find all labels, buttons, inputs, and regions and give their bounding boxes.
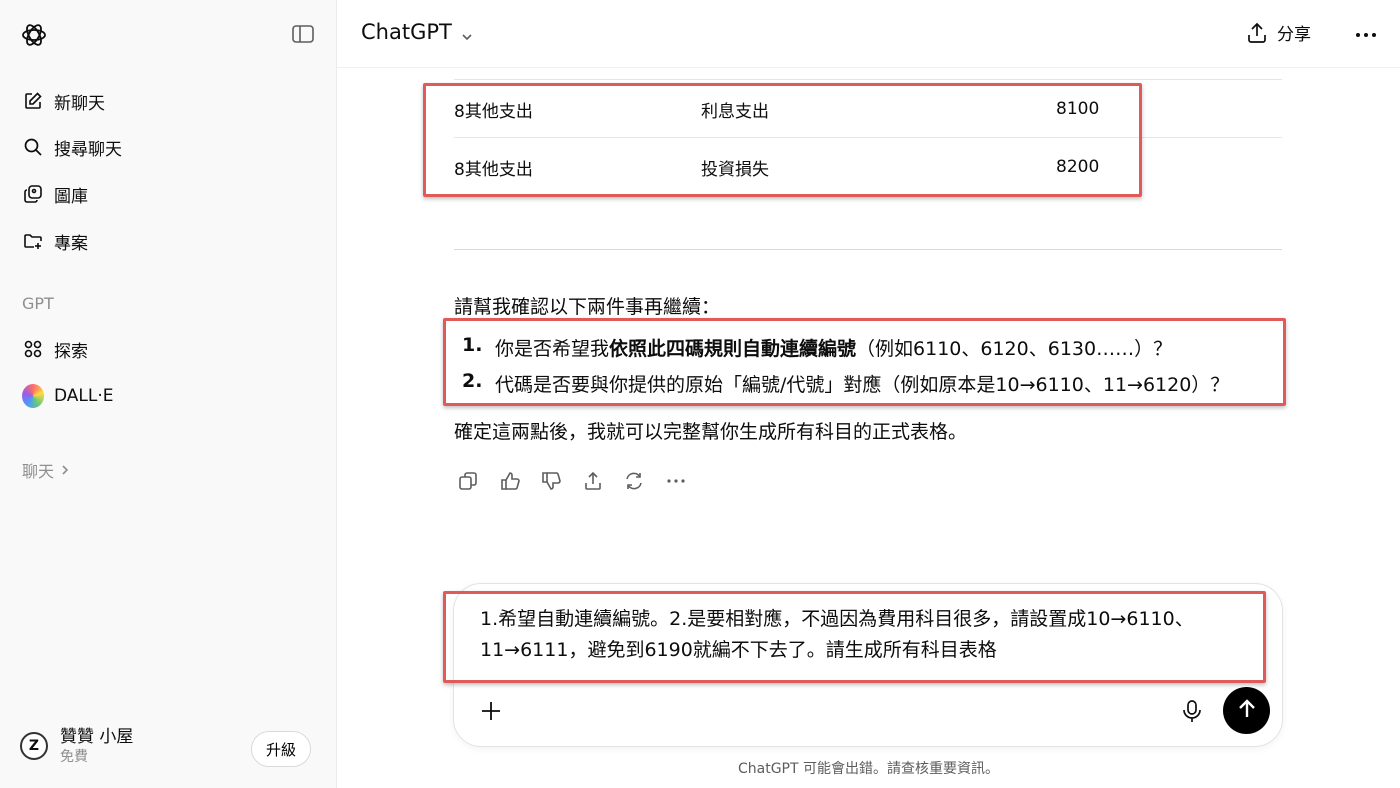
sidebar-item-explore[interactable]: 探索 [12, 330, 324, 368]
gpt-section-heading: GPT [22, 294, 54, 313]
message-action-bar [454, 467, 703, 495]
sidebar: 新聊天 搜尋聊天 圖庫 專案 GPT 探索 DALL·E 聊天 Z 贊贊 小屋 … [0, 0, 337, 788]
chats-section-heading[interactable]: 聊天 [22, 458, 70, 482]
prompt-line: 1.希望自動連續編號。2.是要相對應，不過因為費用科目很多，請設置成10→611… [480, 608, 1194, 630]
message-divider [454, 249, 1282, 250]
sidebar-item-label: 搜尋聊天 [54, 139, 122, 160]
list-number: 2. [462, 370, 483, 392]
sidebar-item-label: 新聊天 [54, 93, 105, 114]
list-text-pre: 代碼是否要與你提供的原始「編號/代號」對應（例如原本是10→6110、11→61… [495, 374, 1230, 396]
message-intro: 請幫我確認以下兩件事再繼續： [454, 296, 721, 318]
header: ChatGPT 分享 [337, 0, 1400, 68]
sidebar-item-label: DALL·E [54, 386, 114, 406]
gallery-icon [22, 183, 44, 205]
user-profile[interactable]: Z 贊贊 小屋 免費 [20, 726, 133, 766]
more-options-icon[interactable] [1353, 22, 1379, 48]
folder-add-icon [22, 230, 44, 252]
thumbs-down-icon[interactable] [537, 467, 565, 495]
share-label: 分享 [1277, 25, 1311, 45]
sidebar-item-search-chats[interactable]: 搜尋聊天 [12, 128, 324, 166]
chats-section-label: 聊天 [22, 462, 55, 481]
sidebar-item-label: 圖庫 [54, 186, 88, 207]
sidebar-item-label: 專案 [54, 233, 88, 254]
share-icon [1245, 21, 1269, 45]
sidebar-item-gallery[interactable]: 圖庫 [12, 175, 324, 213]
list-text-post: （例如6110、6120、6130……）？ [856, 338, 1173, 360]
table-cell-category: 8其他支出 [454, 159, 533, 180]
user-name: 贊贊 小屋 [60, 727, 134, 747]
table-cell-code: 8200 [1056, 157, 1100, 177]
prompt-input[interactable]: 1.希望自動連續編號。2.是要相對應，不過因為費用科目很多，請設置成10→611… [480, 604, 1260, 666]
send-button[interactable] [1223, 687, 1270, 734]
edit-icon [22, 90, 44, 112]
table-cell-item: 利息支出 [701, 101, 769, 122]
sidebar-item-label: 探索 [54, 341, 88, 362]
list-item: 2. 代碼是否要與你提供的原始「編號/代號」對應（例如原本是10→6110、11… [462, 370, 1229, 397]
grid-icon [22, 338, 44, 360]
list-text-pre: 你是否希望我 [495, 338, 610, 360]
table-row: 8其他支出 利息支出 8100 [454, 80, 1282, 138]
list-item: 1. 你是否希望我 依照此四碼規則自動連續編號 （例如6110、6120、6130…… [462, 334, 1172, 361]
sidebar-toggle-icon[interactable] [291, 24, 315, 44]
share-message-icon[interactable] [579, 467, 607, 495]
thumbs-up-icon[interactable] [496, 467, 524, 495]
table-row: 8其他支出 投資損失 8200 [454, 138, 1282, 196]
table-cell-item: 投資損失 [701, 159, 769, 180]
avatar: Z [20, 732, 48, 760]
disclaimer-text: ChatGPT 可能會出錯。請查核重要資訊。 [737, 761, 999, 777]
arrow-up-icon [1236, 698, 1258, 724]
user-plan: 免費 [60, 749, 88, 765]
sidebar-item-dalle[interactable]: DALL·E [12, 377, 324, 415]
chevron-down-icon [460, 25, 474, 41]
prompt-line: 11→6111，避免到6190就編不下去了。請生成所有科目表格 [480, 639, 997, 661]
search-icon [22, 136, 44, 158]
plus-icon[interactable] [478, 698, 504, 724]
sidebar-item-new-chat[interactable]: 新聊天 [12, 82, 324, 120]
copy-icon[interactable] [454, 467, 482, 495]
more-icon[interactable] [662, 467, 690, 495]
regenerate-icon[interactable] [620, 467, 648, 495]
message-outro: 確定這兩點後，我就可以完整幫你生成所有科目的正式表格。 [454, 421, 968, 443]
dalle-icon [22, 384, 44, 408]
table-cell-category: 8其他支出 [454, 101, 533, 122]
upgrade-button[interactable]: 升級 [251, 731, 311, 767]
model-selector[interactable]: ChatGPT [361, 20, 474, 44]
openai-logo-icon[interactable] [20, 21, 48, 49]
model-name: ChatGPT [361, 20, 452, 44]
share-button[interactable]: 分享 [1245, 20, 1311, 45]
list-text-bold: 依照此四碼規則自動連續編號 [609, 338, 857, 360]
sidebar-item-projects[interactable]: 專案 [12, 222, 324, 260]
table-cell-code: 8100 [1056, 99, 1100, 119]
microphone-icon[interactable] [1180, 698, 1204, 724]
list-number: 1. [462, 334, 483, 356]
chevron-right-icon [60, 461, 70, 480]
